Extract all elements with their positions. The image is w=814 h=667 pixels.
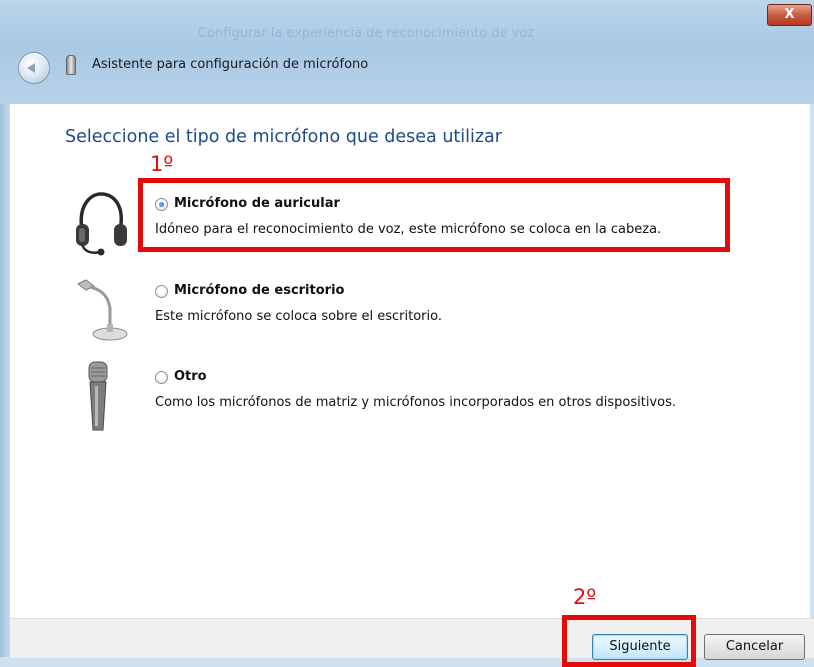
back-button[interactable] <box>18 52 50 84</box>
other-mic-radio[interactable] <box>155 371 168 384</box>
annotation-step-2: 2º <box>573 585 597 609</box>
headset-icon <box>76 192 127 256</box>
cancel-button[interactable]: Cancelar <box>704 634 805 660</box>
handheld-microphone-icon <box>88 361 108 431</box>
window-title: Asistente para configuración de micrófon… <box>92 57 369 72</box>
other-mic-option-label[interactable]: Otro <box>174 369 207 384</box>
desktop-mic-option-description: Este micrófono se coloca sobre el escrit… <box>155 309 442 324</box>
next-button[interactable]: Siguiente <box>592 634 688 660</box>
desktop-mic-radio[interactable] <box>155 285 168 298</box>
title-bar: Configurar la experiencia de reconocimie… <box>0 0 814 104</box>
annotation-highlight-box-1 <box>138 178 730 252</box>
desktop-microphone-icon <box>77 279 128 341</box>
desktop-mic-option-label[interactable]: Micrófono de escritorio <box>174 283 344 298</box>
microphone-icon <box>66 55 76 75</box>
close-button[interactable]: X <box>767 4 812 26</box>
background-window-text: Configurar la experiencia de reconocimie… <box>198 26 535 41</box>
headset-option-label[interactable]: Micrófono de auricular <box>174 196 340 211</box>
page-heading: Seleccione el tipo de micrófono que dese… <box>65 127 502 147</box>
window-left-border <box>0 104 10 657</box>
other-mic-option-description: Como los micrófonos de matriz y micrófon… <box>155 395 676 410</box>
headset-option-description: Idóneo para el reconocimiento de voz, es… <box>155 222 662 237</box>
annotation-step-1: 1º <box>150 152 174 176</box>
headset-radio[interactable] <box>155 198 168 211</box>
